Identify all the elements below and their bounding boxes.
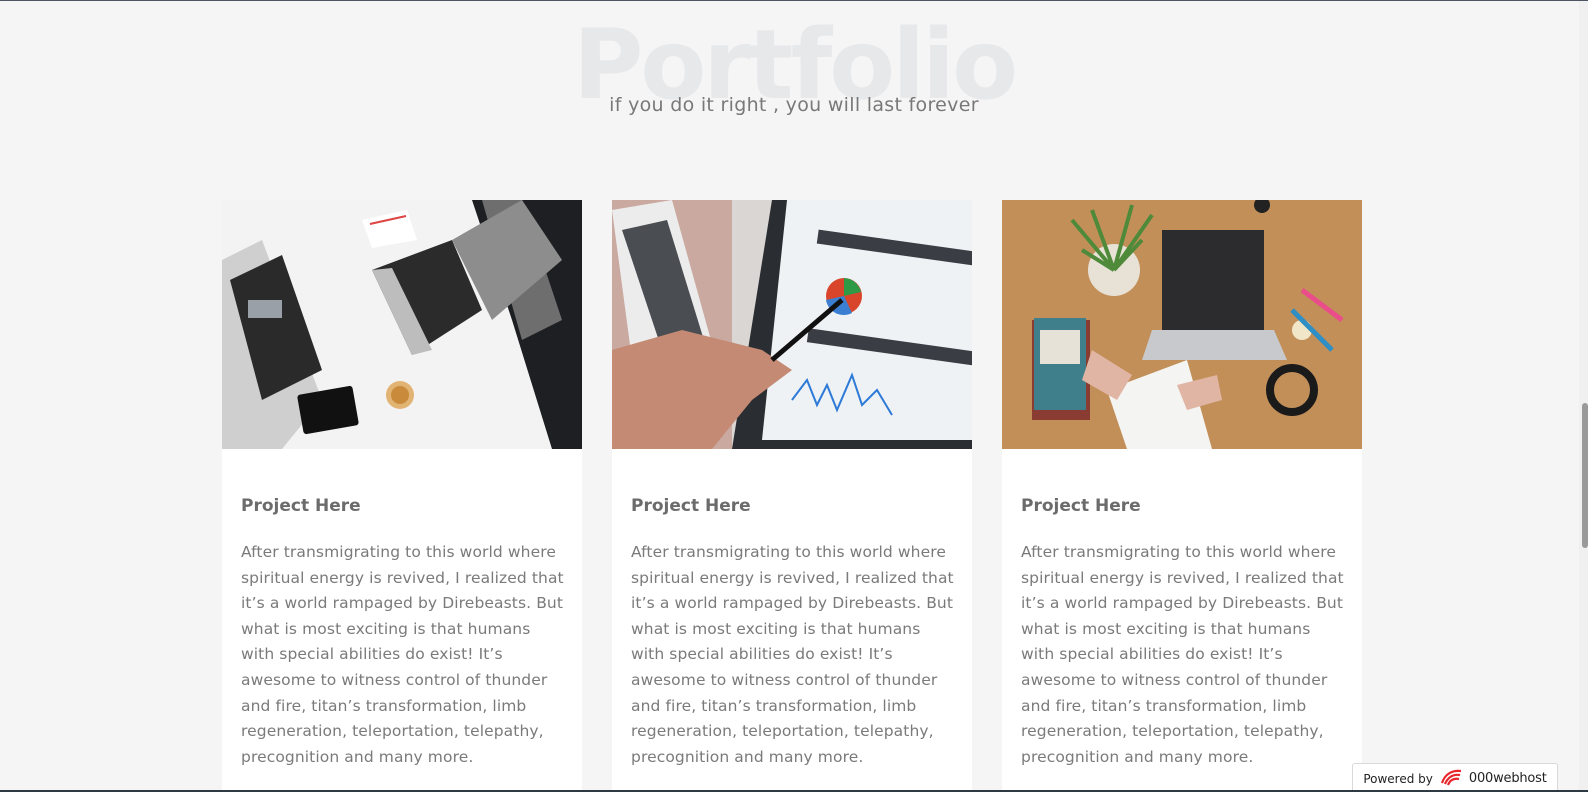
- section-subtitle: if you do it right , you will last forev…: [609, 94, 979, 116]
- 000webhost-logo-icon: [1439, 768, 1463, 790]
- project-description: After transmigrating to this world where…: [1021, 543, 1344, 766]
- project-image-office-desk[interactable]: [222, 200, 582, 449]
- powered-by-brand: 000webhost: [1468, 771, 1547, 786]
- project-image-wooden-desk[interactable]: [1002, 200, 1362, 449]
- project-card[interactable]: Project Here After transmigrating to thi…: [222, 200, 582, 792]
- portfolio-header: Portfolio if you do it right , you will …: [0, 1, 1588, 141]
- powered-by-badge[interactable]: Powered by 000webhost: [1352, 763, 1558, 792]
- project-grid: Project Here After transmigrating to thi…: [222, 200, 1362, 792]
- project-title[interactable]: Project Here: [631, 496, 751, 516]
- project-title[interactable]: Project Here: [1021, 496, 1141, 516]
- project-description: After transmigrating to this world where…: [241, 543, 564, 766]
- project-description: After transmigrating to this world where…: [631, 543, 954, 766]
- project-card[interactable]: Project Here After transmigrating to thi…: [1002, 200, 1362, 792]
- project-title[interactable]: Project Here: [241, 496, 361, 516]
- portfolio-page: Portfolio if you do it right , you will …: [0, 0, 1588, 792]
- powered-by-label: Powered by: [1363, 771, 1433, 786]
- scrollbar-thumb[interactable]: [1582, 403, 1588, 548]
- project-card[interactable]: Project Here After transmigrating to thi…: [612, 200, 972, 792]
- project-image-analytics-tablet[interactable]: [612, 200, 972, 449]
- page-scrollbar[interactable]: [1579, 1, 1588, 792]
